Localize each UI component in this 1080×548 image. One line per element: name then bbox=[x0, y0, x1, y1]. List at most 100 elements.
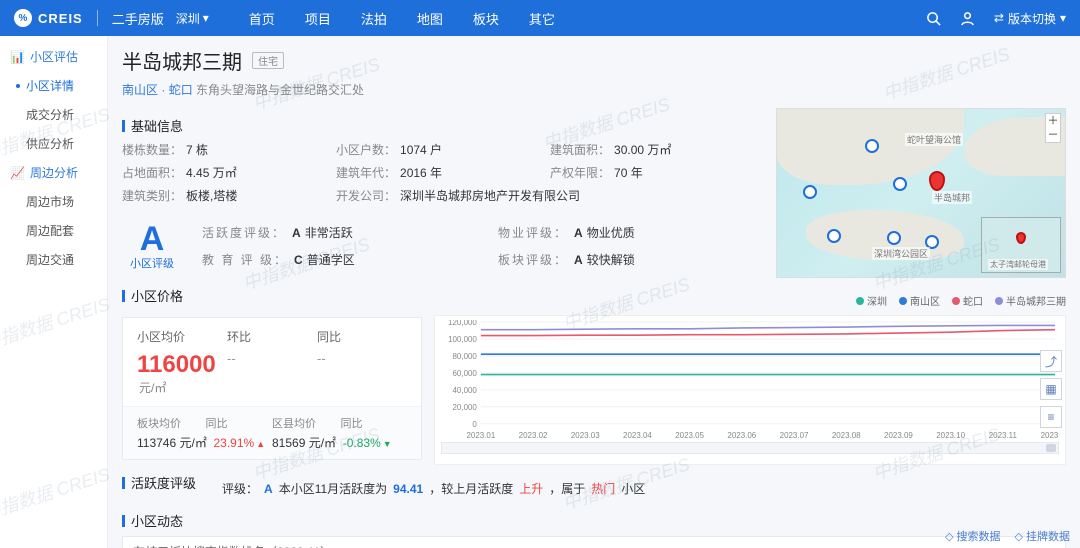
rating-block: 板块评级：A较快解锁 bbox=[498, 251, 764, 268]
svg-text:20,000: 20,000 bbox=[453, 403, 478, 412]
svg-text:60,000: 60,000 bbox=[453, 369, 478, 378]
map-pin-icon[interactable] bbox=[893, 177, 907, 191]
rating-education: 教 育 评 级：C普通学区 bbox=[202, 251, 468, 268]
sidebar-group-label: 小区评估 bbox=[30, 48, 78, 65]
sidebar-item-deal[interactable]: 成交分析 bbox=[0, 100, 107, 129]
activity-score: 94.41 bbox=[393, 482, 423, 496]
info-land-area: 占地面积：4.45 万㎡ bbox=[122, 164, 336, 181]
chevron-down-icon: ▾ bbox=[1060, 11, 1066, 25]
activity-level: A bbox=[264, 482, 273, 496]
main-content: 半岛城邦三期 住宅 南山区 · 蛇口 东角头望海路与金世纪路交汇处 基础信息 楼… bbox=[108, 36, 1080, 548]
price-yoy-value: -- bbox=[317, 351, 407, 366]
footer-link-search[interactable]: ◇ 搜索数据 bbox=[945, 528, 1000, 544]
map-pin-icon[interactable] bbox=[827, 229, 841, 243]
district-price-value: 81569 元/㎡ bbox=[272, 436, 336, 450]
svg-text:2023.11: 2023.11 bbox=[989, 431, 1018, 440]
sidebar-group-surrounding[interactable]: 📈 周边分析 bbox=[0, 158, 107, 187]
logo-text: CREIS bbox=[38, 11, 83, 26]
logo-block: % CREIS 二手房版 bbox=[14, 9, 164, 28]
rating-property: 物业评级：A物业优质 bbox=[498, 224, 764, 241]
svg-text:100,000: 100,000 bbox=[448, 335, 477, 344]
legend-dot-icon bbox=[899, 297, 907, 305]
svg-text:2023.09: 2023.09 bbox=[884, 431, 913, 440]
map-zoom-controls[interactable]: ＋－ bbox=[1045, 113, 1061, 143]
divider bbox=[97, 10, 98, 26]
version-switch[interactable]: ⇄ 版本切换 ▾ bbox=[994, 10, 1066, 27]
sidebar-item-traffic[interactable]: 周边交通 bbox=[0, 245, 107, 274]
sidebar-item-supply[interactable]: 供应分析 bbox=[0, 129, 107, 158]
community-grade-caption: 小区评级 bbox=[122, 255, 182, 271]
svg-text:2023.07: 2023.07 bbox=[780, 431, 809, 440]
info-bldg-type: 建筑类别：板楼,塔楼 bbox=[122, 187, 336, 204]
floating-toolbar: ⤴ ▦ ≡ bbox=[1040, 350, 1062, 428]
nav-map[interactable]: 地图 bbox=[417, 9, 443, 28]
chart-time-scrollbar[interactable] bbox=[441, 442, 1059, 454]
map-label: 深圳湾公园区 bbox=[872, 247, 930, 260]
svg-text:2023.12: 2023.12 bbox=[1041, 431, 1059, 440]
map-pin-icon[interactable] bbox=[865, 139, 879, 153]
nav-project[interactable]: 项目 bbox=[305, 9, 331, 28]
dynamic-item[interactable]: 在蛇口板块搜索指数排名（2023-11） bbox=[122, 536, 1066, 548]
map-marker-icon[interactable] bbox=[929, 171, 945, 191]
map-marker-icon bbox=[1016, 232, 1026, 244]
chart-legend: 深圳 南山区 蛇口 半岛城邦三期 bbox=[856, 293, 1066, 308]
info-hh-count: 小区户数：1074 户 bbox=[336, 141, 550, 158]
map-label: 太子湾邮轮母港 bbox=[988, 259, 1048, 270]
nav-home[interactable]: 首页 bbox=[249, 9, 275, 28]
price-yoy-label: 同比 bbox=[317, 328, 407, 345]
nav-block[interactable]: 板块 bbox=[473, 9, 499, 28]
chart-icon: 📊 bbox=[10, 50, 25, 64]
tool-share-icon[interactable]: ⤴ bbox=[1040, 350, 1062, 372]
sidebar: 📊 小区评估 小区详情 成交分析 供应分析 📈 周边分析 周边市场 周边配套 周… bbox=[0, 36, 108, 548]
svg-text:0: 0 bbox=[472, 420, 477, 429]
map-pin-icon[interactable] bbox=[803, 185, 817, 199]
info-gfa: 建筑面积：30.00 万㎡ bbox=[550, 141, 764, 158]
mini-map[interactable]: 太子湾邮轮母港 bbox=[981, 217, 1061, 273]
logo-icon: % bbox=[14, 9, 32, 27]
nav-auction[interactable]: 法拍 bbox=[361, 9, 387, 28]
sidebar-item-support[interactable]: 周边配套 bbox=[0, 216, 107, 245]
svg-text:80,000: 80,000 bbox=[453, 352, 478, 361]
tool-grid-icon[interactable]: ▦ bbox=[1040, 378, 1062, 400]
map-pin-icon[interactable] bbox=[887, 231, 901, 245]
basic-info-grid: 楼栋数量：7 栋 小区户数：1074 户 建筑面积：30.00 万㎡ 占地面积：… bbox=[122, 141, 764, 204]
price-avg-value: 116000 bbox=[137, 351, 216, 378]
info-build-year: 建筑年代：2016 年 bbox=[336, 164, 550, 181]
tool-list-icon[interactable]: ≡ bbox=[1040, 406, 1062, 428]
legend-item[interactable]: 半岛城邦三期 bbox=[995, 293, 1066, 308]
price-trend-chart[interactable]: 020,00040,00060,00080,000100,000120,0002… bbox=[434, 315, 1066, 465]
version-switch-label: 版本切换 bbox=[1008, 10, 1056, 27]
legend-item[interactable]: 南山区 bbox=[899, 293, 940, 308]
sidebar-group-community[interactable]: 📊 小区评估 bbox=[0, 42, 107, 71]
search-icon[interactable] bbox=[926, 10, 942, 26]
legend-dot-icon bbox=[995, 297, 1003, 305]
chart-canvas: 020,00040,00060,00080,000100,000120,0002… bbox=[441, 320, 1059, 440]
svg-text:40,000: 40,000 bbox=[453, 386, 478, 395]
chevron-down-icon: ▾ bbox=[203, 11, 209, 25]
location-map[interactable]: 蛇叶望海公馆 半岛城邦 深圳湾公园区 ＋－ 太子湾邮轮母港 bbox=[776, 108, 1066, 278]
price-mom-label: 环比 bbox=[227, 328, 317, 345]
legend-item[interactable]: 深圳 bbox=[856, 293, 887, 308]
legend-dot-icon bbox=[856, 297, 864, 305]
sidebar-group-label: 周边分析 bbox=[30, 164, 78, 181]
price-avg-label: 小区均价 bbox=[137, 328, 227, 345]
scrollbar-knob[interactable] bbox=[1046, 444, 1056, 452]
breadcrumb-subdistrict[interactable]: 蛇口 bbox=[169, 83, 193, 97]
city-selector[interactable]: 深圳 ▾ bbox=[176, 10, 209, 27]
svg-text:2023.04: 2023.04 bbox=[623, 431, 652, 440]
user-icon[interactable] bbox=[960, 10, 976, 26]
sidebar-item-market[interactable]: 周边市场 bbox=[0, 187, 107, 216]
legend-item[interactable]: 蛇口 bbox=[952, 293, 983, 308]
section-basic-title: 基础信息 bbox=[122, 116, 764, 135]
footer-link-listing[interactable]: ◇ 挂牌数据 bbox=[1015, 528, 1070, 544]
price-yoy: 同比 -- bbox=[317, 328, 407, 396]
map-label: 半岛城邦 bbox=[932, 191, 972, 204]
breadcrumb-district[interactable]: 南山区 bbox=[122, 83, 158, 97]
nav-other[interactable]: 其它 bbox=[529, 9, 555, 28]
sidebar-item-detail[interactable]: 小区详情 bbox=[0, 71, 107, 100]
svg-text:2023.10: 2023.10 bbox=[936, 431, 965, 440]
district-price: 区县均价 同比 81569 元/㎡ -0.83% bbox=[272, 415, 407, 451]
page-title: 半岛城邦三期 bbox=[122, 46, 242, 75]
price-avg: 小区均价 116000元/㎡ bbox=[137, 328, 227, 396]
product-name: 二手房版 bbox=[112, 9, 164, 28]
